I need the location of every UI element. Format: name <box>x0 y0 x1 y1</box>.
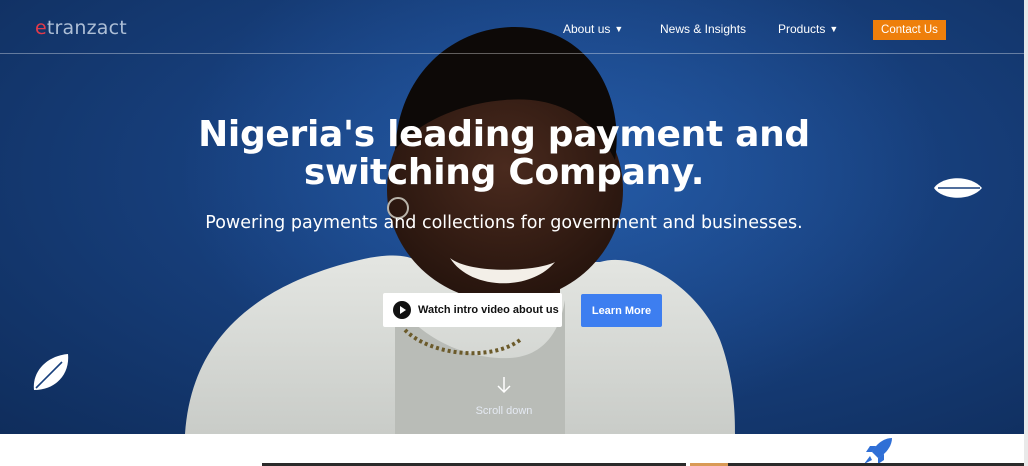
leaf-icon <box>33 354 69 390</box>
learn-more-button[interactable]: Learn More <box>581 294 662 327</box>
etranzact-logo[interactable]: etranzact <box>35 17 127 39</box>
hero-subheadline: Powering payments and collections for go… <box>205 213 803 233</box>
nav-products[interactable]: Products ▼ <box>778 22 838 36</box>
contact-us-button[interactable]: Contact Us <box>873 20 946 40</box>
nav-about-us[interactable]: About us ▼ <box>563 22 623 36</box>
hero-headline-line2: switching Company. <box>303 152 705 193</box>
watch-video-label: Watch intro video about us <box>418 304 559 316</box>
chevron-down-icon: ▼ <box>829 24 839 34</box>
page-scrollbar[interactable] <box>1024 0 1028 466</box>
leaf-icon <box>934 178 982 198</box>
nav-products-label: Products <box>778 22 826 36</box>
chevron-down-icon: ▼ <box>614 24 624 34</box>
hero-headline: Nigeria's leading payment and switching … <box>150 116 858 192</box>
nav-news-insights-label: News & Insights <box>660 22 747 36</box>
play-icon <box>393 301 411 319</box>
nav-news-insights[interactable]: News & Insights <box>660 22 746 36</box>
scroll-down-label[interactable]: Scroll down <box>454 405 554 417</box>
nav-about-us-label: About us <box>563 22 611 36</box>
rocket-icon <box>864 438 892 464</box>
hero-section: etranzact About us ▼ News & Insights Prod… <box>0 0 1028 434</box>
top-navigation-bar: etranzact About us ▼ News & Insights Prod… <box>0 0 1028 54</box>
watch-video-button[interactable]: Watch intro video about us <box>383 293 562 327</box>
arrow-down-icon[interactable] <box>494 376 514 394</box>
hero-headline-line1: Nigeria's leading payment and <box>198 114 810 155</box>
